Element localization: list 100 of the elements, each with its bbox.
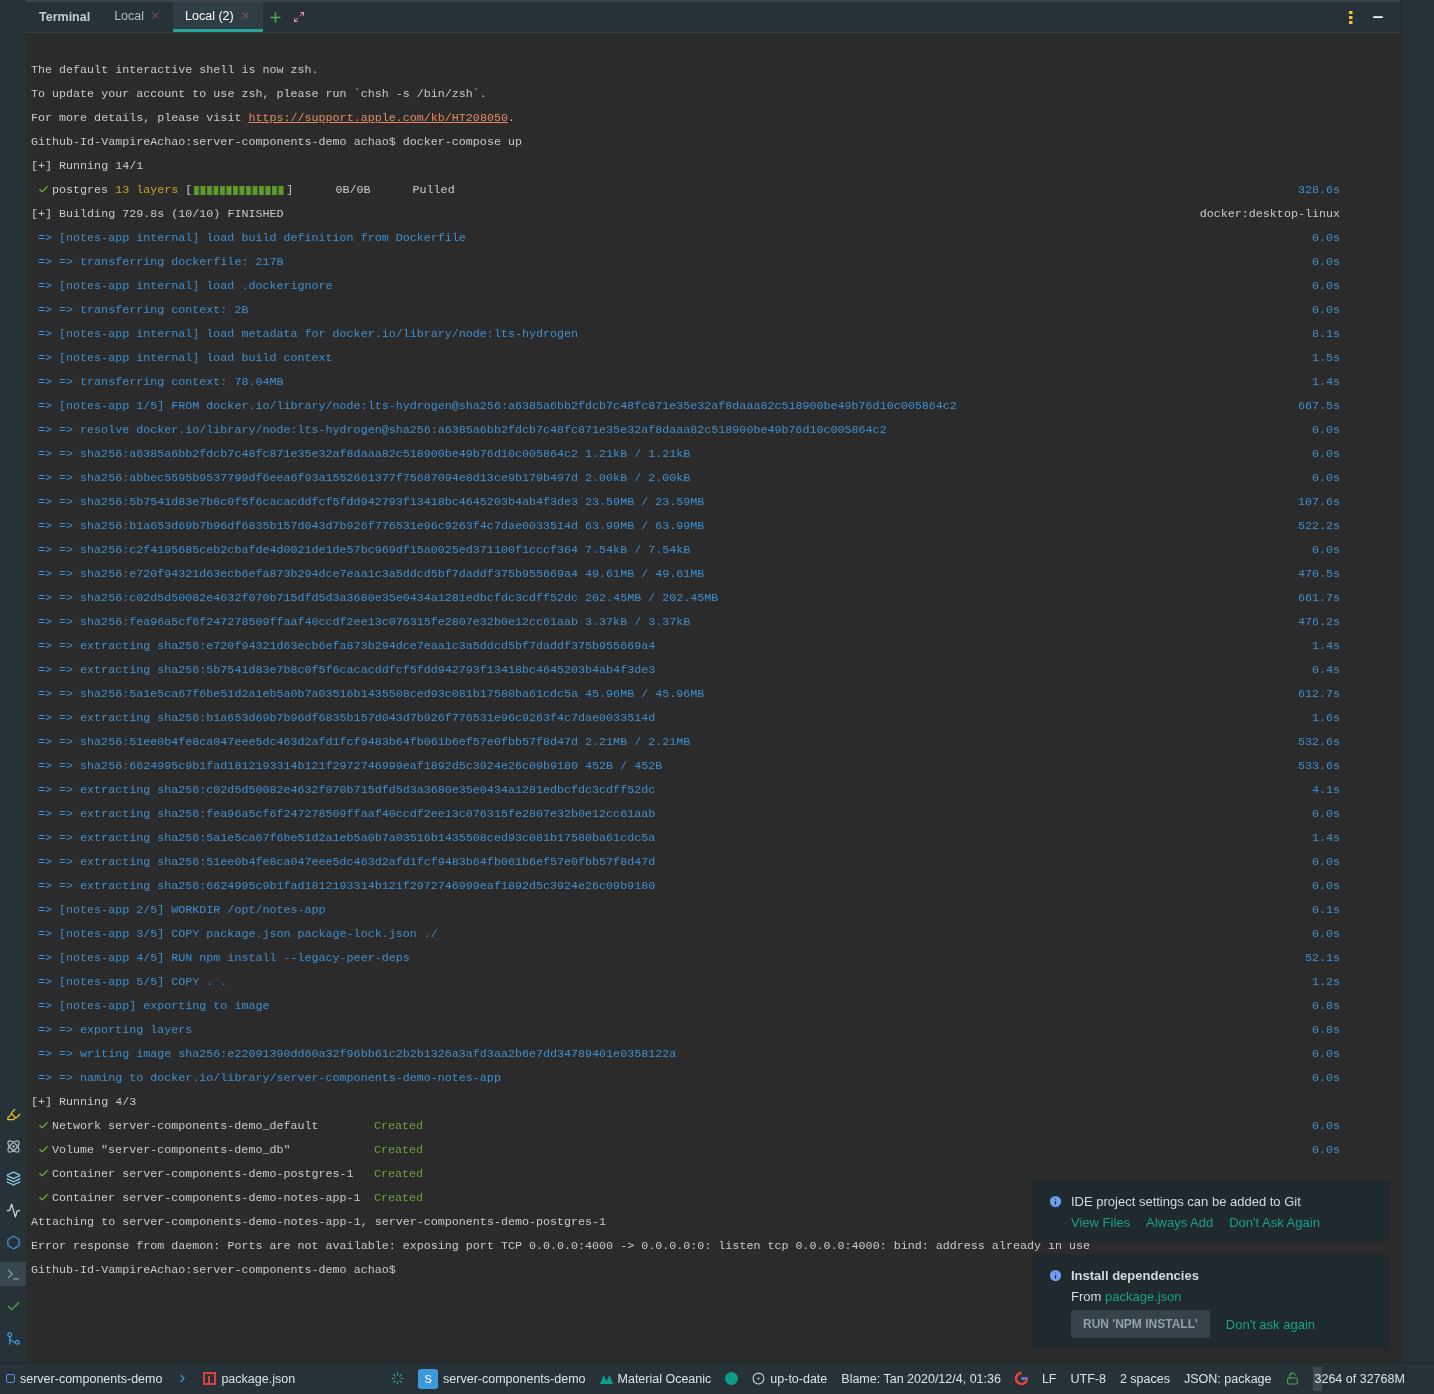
duration-text: 533.6s bbox=[1297, 759, 1340, 773]
terminal-text: Github-Id-VampireAchao:server-components-demo achao$ docker-compose up bbox=[31, 135, 522, 149]
memory-indicator[interactable]: 3264 of 32768M bbox=[1312, 1366, 1407, 1391]
notification-action-link[interactable]: View Files bbox=[1071, 1215, 1130, 1230]
terminal-text: [+] Building 729.8s (10/10) FINISHED bbox=[31, 207, 284, 221]
build-step-text: => => extracting sha256:6624995c9b1fad1812193314b121f2972746999eaf1892d5c3924e26c09b9180 bbox=[38, 879, 656, 893]
theme-text[interactable]: Material Oceanic bbox=[617, 1371, 712, 1386]
build-step-text: => => extracting sha256:51ee0b4fe8ca047eee5dc463d2afd1fcf9483b64fb061b6ef57e0fbb57f8d47d bbox=[38, 855, 656, 869]
terminal-text: [+] Running 14/1 bbox=[31, 159, 144, 173]
more-options-icon[interactable] bbox=[1349, 10, 1353, 24]
run-npm-install-button[interactable]: RUN 'NPM INSTALL' bbox=[1071, 1310, 1210, 1338]
build-step-text: => => transferring context: 78.04MB bbox=[38, 375, 284, 389]
build-step-text: => [notes-app] exporting to image bbox=[38, 999, 270, 1013]
duration-text: 328.6s bbox=[1297, 183, 1340, 197]
build-step-text: => => extracting sha256:b1a653d69b7b96df6835b157d043d7b926f776531e96c9263f4c7dae0033514d bbox=[38, 711, 656, 725]
mountain-icon bbox=[599, 1373, 613, 1384]
expand-icon[interactable] bbox=[292, 11, 305, 23]
breadcrumb-item[interactable]: package.json bbox=[221, 1371, 296, 1386]
notification-action-link[interactable]: Don't Ask Again bbox=[1229, 1215, 1320, 1230]
schema-text[interactable]: JSON: package bbox=[1183, 1371, 1272, 1386]
terminal-tab[interactable]: Local (2) bbox=[173, 2, 263, 32]
terminal-text: Container server-components-demo-postgres-1 bbox=[52, 1167, 355, 1181]
terminal-text: Network server-components-demo_default bbox=[52, 1119, 320, 1133]
duration-text: 1.4s bbox=[1311, 831, 1340, 845]
terminal-text: The default interactive shell is now zsh. bbox=[31, 63, 319, 77]
duration-text: 476.2s bbox=[1297, 615, 1340, 629]
duration-text: 667.5s bbox=[1297, 399, 1340, 413]
blame-text[interactable]: Blame: Tan 2020/12/4, 01:36 bbox=[841, 1371, 1001, 1386]
duration-text: 0.0s bbox=[1311, 879, 1340, 893]
duration-text: 107.6s bbox=[1297, 495, 1340, 509]
duration-text: 0.0s bbox=[1311, 279, 1340, 293]
status-text: Created bbox=[374, 1119, 424, 1133]
build-step-text: => => sha256:c2f4195685ceb2cbafde4d0021de1de57bc969df15a0025ed371100f1cccf364 7.54kB / 7.54kB bbox=[38, 543, 691, 557]
build-step-text: => [notes-app 5/5] COPY . . bbox=[38, 975, 228, 989]
duration-text: 0.0s bbox=[1311, 807, 1340, 821]
duration-text: 522.2s bbox=[1297, 519, 1340, 533]
build-step-text: => => extracting sha256:fea96a5cf6f247278509ffaaf40ccdf2ee13c076315fe2807e32b0e12cc61aab bbox=[38, 807, 656, 821]
duration-text: 52.1s bbox=[1304, 951, 1340, 965]
indent-text[interactable]: 2 spaces bbox=[1119, 1371, 1170, 1386]
terminal-text: For more details, please visit https://support.apple.com/kb/HT208050. bbox=[31, 111, 515, 125]
notification-action-link[interactable]: Always Add bbox=[1146, 1215, 1214, 1230]
duration-text: 0.0s bbox=[1311, 927, 1340, 941]
duration-text: 0.0s bbox=[1311, 1071, 1340, 1085]
duration-text: 0.0s bbox=[1311, 1047, 1340, 1061]
terminal-text: [+] Running 4/3 bbox=[31, 1095, 137, 1109]
notification-action-link[interactable]: Don't ask again bbox=[1225, 1316, 1316, 1332]
build-step-text: => => exporting layers bbox=[38, 1023, 193, 1037]
duration-text: 0.0s bbox=[1311, 231, 1340, 245]
interpreter-text[interactable]: server-components-demo bbox=[443, 1371, 586, 1386]
build-step-text: => [notes-app internal] load build definition from Dockerfile bbox=[38, 231, 466, 245]
bracket-text: ] bbox=[286, 183, 294, 197]
info-icon bbox=[1048, 1194, 1063, 1209]
merge-icon bbox=[5, 1330, 21, 1346]
terminal-text: postgres bbox=[52, 183, 109, 197]
notification-title: IDE project settings can be added to Git bbox=[1071, 1194, 1302, 1209]
layers-icon bbox=[5, 1170, 21, 1186]
line-separator-text[interactable]: LF bbox=[1041, 1371, 1057, 1386]
build-step-text: => [notes-app 4/5] RUN npm install --legacy-peer-deps bbox=[38, 951, 410, 965]
status-text: Created bbox=[374, 1143, 424, 1157]
duration-text: 0.8s bbox=[1311, 1023, 1340, 1037]
duration-text: 0.0s bbox=[1311, 543, 1340, 557]
build-step-text: => => extracting sha256:5b7541d83e7b8c0f5f6cacacddfcf5fdd942793f13418bc4645203b4ab4f3de3 bbox=[38, 663, 656, 677]
build-step-text: => => sha256:a6385a6bb2fdcb7c48fc871e35e32af8daaa82c518900be49b76d10c005864c2 1.21kB / 1.21kB bbox=[38, 447, 691, 461]
google-icon bbox=[1014, 1372, 1028, 1385]
url-link[interactable]: https://support.apple.com/kb/HT208050 bbox=[248, 111, 508, 125]
build-step-text: => [notes-app 1/5] FROM docker.io/library/node:lts-hydrogen@sha256:a6385a6bb2fdcb7c48fc871e35e32af8daaa82c518900be49b76d10c005864c2 bbox=[38, 399, 957, 413]
terminal-text: To update your account to use zsh, please run `chsh -s /bin/zsh`. bbox=[31, 87, 487, 101]
build-step-text: => => resolve docker.io/library/node:lts-hydrogen@sha256:a6385a6bb2fdcb7c48fc871e35e32af8daaa82c518900be49b76d10c005864c2 bbox=[38, 423, 887, 437]
build-step-text: => [notes-app internal] load build context bbox=[38, 351, 333, 365]
build-step-text: => => sha256:c02d5d50082e4632f070b715dfd5d3a3680e35e0434a1281edbcfdc3cdff52dc 202.45MB / 202.45MB bbox=[38, 591, 719, 605]
plus-icon[interactable] bbox=[267, 9, 283, 25]
tool-window-title: Terminal bbox=[38, 9, 92, 26]
duration-text: 0.0s bbox=[1311, 255, 1340, 269]
build-step-text: => => sha256:e720f94321d63ecb6efa873b294dce7eaa1c3a5ddcd5bf7daddf375b955669a4 49.61MB / 49.61MB bbox=[38, 567, 705, 581]
build-step-text: => => transferring context: 2B bbox=[38, 303, 249, 317]
project-icon bbox=[6, 1374, 15, 1383]
marker-icon bbox=[5, 1106, 21, 1122]
bracket-text: [ bbox=[185, 183, 193, 197]
breadcrumb-item[interactable]: server-components-demo bbox=[20, 1371, 163, 1386]
unlocked-icon[interactable] bbox=[1285, 1372, 1299, 1385]
build-step-text: => => sha256:51ee0b4fe8ca047eee5dc463d2afd1fcf9483b64fb061b6ef57e0fbb57f8d47d 2.21MB / 2.21MB bbox=[38, 735, 691, 749]
close-icon[interactable] bbox=[150, 10, 162, 21]
terminal-tab[interactable]: Local bbox=[102, 2, 174, 32]
duration-text: 470.5s bbox=[1297, 567, 1340, 581]
wave-icon bbox=[5, 1202, 21, 1218]
duration-text: 0.0s bbox=[1311, 855, 1340, 869]
file-link[interactable]: package.json bbox=[1104, 1289, 1182, 1304]
duration-text: 661.7s bbox=[1297, 591, 1340, 605]
vcs-status-text[interactable]: up-to-date bbox=[770, 1371, 828, 1386]
duration-text: 0.0s bbox=[1311, 1119, 1340, 1133]
build-step-text: => => sha256:5b7541d83e7b8c0f5f6cacacddfcf5fdd942793f13418bc4645203b4ab4f3de3 23.59MB / 23.59MB bbox=[38, 495, 705, 509]
hexagon-icon bbox=[5, 1234, 21, 1250]
npm-icon bbox=[203, 1372, 217, 1385]
build-step-text: => => sha256:6624995c9b1fad1812193314b121f2972746999eaf1892d5c3924e26c09b9180 452B / 452B bbox=[38, 759, 663, 773]
duration-text: 0.0s bbox=[1311, 303, 1340, 317]
spinner-icon bbox=[391, 1372, 405, 1385]
duration-text: 0.4s bbox=[1311, 663, 1340, 677]
duration-text: 0.0s bbox=[1311, 423, 1340, 437]
encoding-text[interactable]: UTF-8 bbox=[1070, 1371, 1106, 1386]
duration-text: 8.1s bbox=[1311, 327, 1340, 341]
